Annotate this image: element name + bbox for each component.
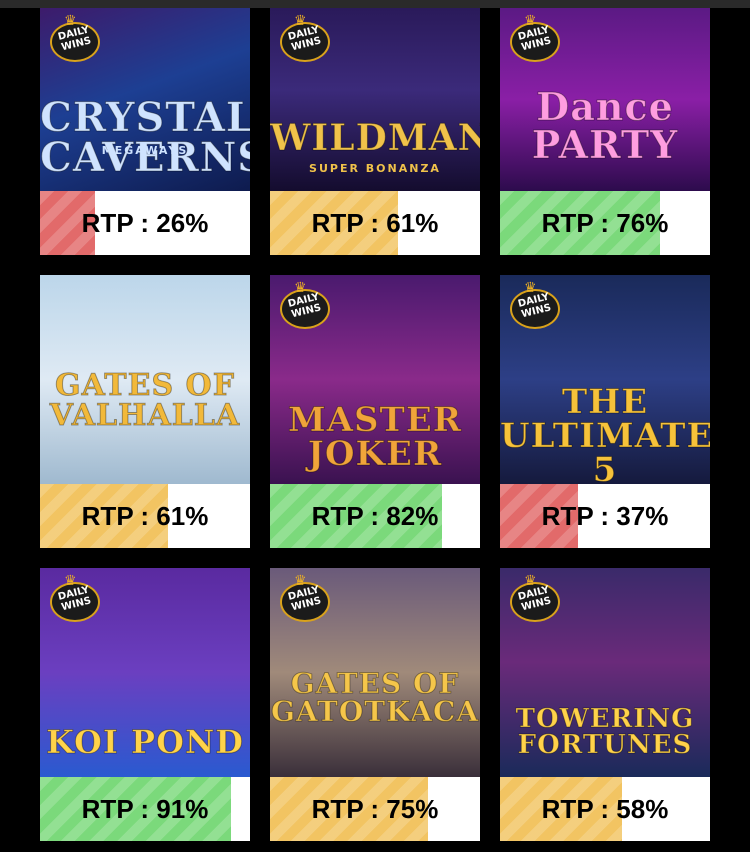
rtp-label: RTP : 76%	[541, 207, 669, 238]
game-card[interactable]: THE ULTIMATE 5 ♛ DAILY WINS RTP : 37%	[500, 275, 710, 548]
rtp-label: RTP : 61%	[311, 207, 439, 238]
rtp-bar: RTP : 91%	[40, 777, 250, 841]
game-card[interactable]: WILDMAN SUPER BONANZA ♛ DAILY WINS RTP : 61%	[270, 8, 480, 255]
daily-wins-badge: ♛ DAILY WINS	[276, 12, 332, 62]
daily-wins-badge: ♛ DAILY WINS	[506, 279, 562, 329]
crown-icon: ♛	[294, 279, 307, 295]
game-title: GATES OF VALHALLA	[49, 368, 241, 433]
rtp-label: RTP : 91%	[81, 793, 209, 824]
game-card[interactable]: GATES OF GATOTKACA ♛ DAILY WINS RTP : 75%	[270, 568, 480, 841]
crown-icon: ♛	[524, 279, 537, 295]
game-thumbnail[interactable]: GATES OF GATOTKACA ♛ DAILY WINS	[270, 568, 480, 777]
crown-icon: ♛	[294, 12, 307, 28]
game-thumbnail[interactable]: WILDMAN SUPER BONANZA ♛ DAILY WINS	[270, 8, 480, 191]
game-card[interactable]: CRYSTAL CAVERNS MEGAWAYS ♛ DAILY WINS RTP : 2…	[40, 8, 250, 255]
crown-icon: ♛	[524, 12, 537, 28]
rtp-bar: RTP : 58%	[500, 777, 710, 841]
game-title: WILDMAN	[270, 117, 480, 159]
top-edge	[0, 0, 750, 8]
game-card[interactable]: KOI POND ♛ DAILY WINS RTP : 91%	[40, 568, 250, 841]
game-title: TOWERING FORTUNES	[515, 704, 695, 760]
crown-icon: ♛	[64, 572, 77, 588]
game-card[interactable]: MASTER JOKER ♛ DAILY WINS RTP : 82%	[270, 275, 480, 548]
rtp-bar: RTP : 37%	[500, 484, 710, 548]
rtp-bar: RTP : 76%	[500, 191, 710, 255]
game-grid: CRYSTAL CAVERNS MEGAWAYS ♛ DAILY WINS RTP : 2…	[40, 8, 710, 841]
game-card[interactable]: Dance PARTY ♛ DAILY WINS RTP : 76%	[500, 8, 710, 255]
game-subtitle: MEGAWAYS	[101, 144, 189, 157]
game-thumbnail[interactable]: GATES OF VALHALLA	[40, 275, 250, 484]
daily-wins-badge: ♛ DAILY WINS	[276, 279, 332, 329]
game-card[interactable]: TOWERING FORTUNES ♛ DAILY WINS RTP : 58%	[500, 568, 710, 841]
rtp-label: RTP : 61%	[81, 500, 209, 531]
daily-wins-badge: ♛ DAILY WINS	[46, 572, 102, 622]
rtp-label: RTP : 75%	[311, 793, 439, 824]
daily-wins-badge: ♛ DAILY WINS	[276, 572, 332, 622]
rtp-bar: RTP : 61%	[270, 191, 480, 255]
daily-wins-badge: ♛ DAILY WINS	[506, 12, 562, 62]
rtp-bar: RTP : 26%	[40, 191, 250, 255]
crown-icon: ♛	[64, 12, 77, 28]
game-title: MASTER JOKER	[287, 400, 463, 474]
rtp-bar: RTP : 75%	[270, 777, 480, 841]
rtp-label: RTP : 58%	[541, 793, 669, 824]
game-subtitle: SUPER BONANZA	[309, 162, 441, 175]
game-title: GATES OF GATOTKACA	[270, 667, 480, 728]
game-title: Dance PARTY	[531, 84, 679, 167]
game-thumbnail[interactable]: MASTER JOKER ♛ DAILY WINS	[270, 275, 480, 484]
rtp-bar: RTP : 61%	[40, 484, 250, 548]
rtp-bar: RTP : 82%	[270, 484, 480, 548]
crown-icon: ♛	[294, 572, 307, 588]
rtp-label: RTP : 82%	[311, 500, 439, 531]
game-thumbnail[interactable]: THE ULTIMATE 5 ♛ DAILY WINS	[500, 275, 710, 484]
game-card[interactable]: GATES OF VALHALLA RTP : 61%	[40, 275, 250, 548]
game-thumbnail[interactable]: Dance PARTY ♛ DAILY WINS	[500, 8, 710, 191]
game-title: CRYSTAL CAVERNS	[40, 94, 250, 181]
game-thumbnail[interactable]: TOWERING FORTUNES ♛ DAILY WINS	[500, 568, 710, 777]
daily-wins-badge: ♛ DAILY WINS	[506, 572, 562, 622]
game-title: THE ULTIMATE 5	[500, 382, 710, 485]
daily-wins-badge: ♛ DAILY WINS	[46, 12, 102, 62]
rtp-label: RTP : 26%	[81, 207, 209, 238]
game-thumbnail[interactable]: CRYSTAL CAVERNS MEGAWAYS ♛ DAILY WINS	[40, 8, 250, 191]
crown-icon: ♛	[524, 572, 537, 588]
game-thumbnail[interactable]: KOI POND ♛ DAILY WINS	[40, 568, 250, 777]
game-title: KOI POND	[46, 723, 244, 761]
rtp-label: RTP : 37%	[541, 500, 669, 531]
